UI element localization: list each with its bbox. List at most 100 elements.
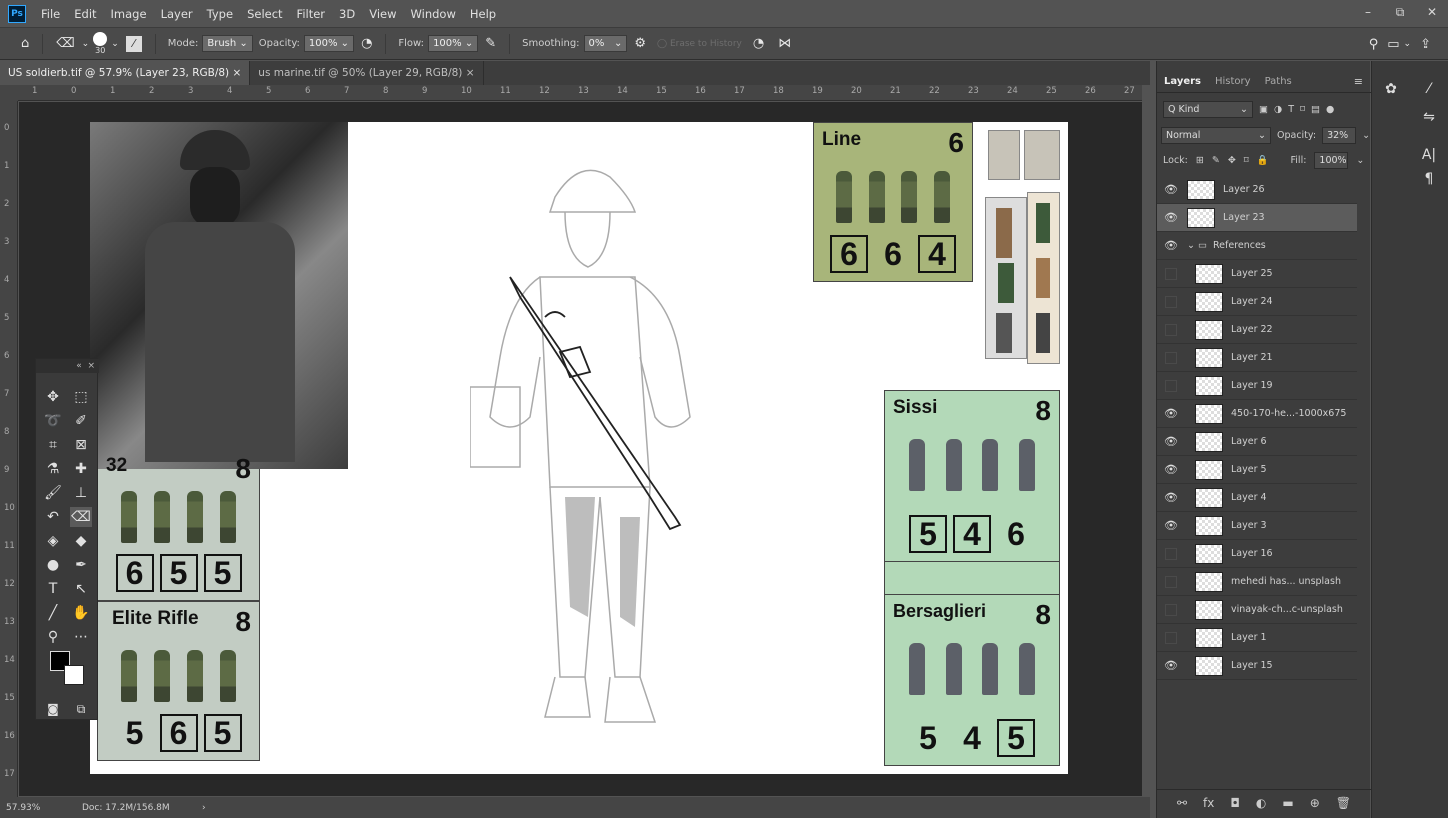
blend-mode-select[interactable]: Normal ⌄	[1161, 127, 1271, 144]
path-select-tool-icon[interactable]: ↖	[70, 579, 92, 599]
add-mask-icon[interactable]: ◘	[1230, 796, 1240, 810]
chevron-down-icon[interactable]: ⌄	[1404, 39, 1412, 49]
lock-position-icon[interactable]: ✥	[1228, 155, 1236, 166]
zoom-level[interactable]: 57.93%	[6, 803, 66, 813]
menu-select[interactable]: Select	[240, 7, 289, 21]
eye-icon[interactable]: 👁	[1157, 659, 1185, 672]
chevron-down-icon[interactable]: ⌄	[111, 39, 119, 49]
smoothing-input[interactable]: 0% ⌄	[583, 35, 628, 52]
visibility-toggle[interactable]	[1165, 323, 1177, 336]
healing-brush-tool-icon[interactable]: ✚	[70, 459, 92, 479]
paragraph-icon[interactable]: ¶	[1414, 167, 1444, 191]
layer-row[interactable]: 👁 Layer 15	[1157, 652, 1357, 680]
lock-transparent-icon[interactable]: ⊞	[1196, 155, 1204, 166]
symmetry-icon[interactable]: ⋈	[778, 36, 791, 51]
eyedropper-tool-icon[interactable]: ⚗	[42, 459, 64, 479]
lock-all-icon[interactable]: 🔒	[1257, 155, 1269, 166]
airbrush-icon[interactable]: ✎	[485, 36, 496, 51]
filter-toggle-icon[interactable]: ●	[1326, 104, 1334, 115]
status-menu-button[interactable]: ›	[202, 803, 206, 813]
tab-us-soldierb[interactable]: US soldierb.tif @ 57.9% (Layer 23, RGB/8…	[0, 61, 251, 85]
tab-paths[interactable]: Paths	[1258, 76, 1299, 87]
eye-icon[interactable]: 👁	[1157, 519, 1185, 532]
chevron-down-icon[interactable]: ⌄	[1362, 130, 1370, 141]
history-brush-tool-icon[interactable]: ↶	[42, 507, 64, 527]
screen-mode-icon[interactable]: ⧉	[70, 699, 92, 719]
quick-mask-icon[interactable]: ◙	[42, 699, 64, 719]
eye-icon[interactable]: 👁	[1157, 463, 1185, 476]
layer-row[interactable]: mehedi has... unsplash	[1157, 568, 1357, 596]
menu-help[interactable]: Help	[463, 7, 503, 21]
menu-file[interactable]: File	[34, 7, 67, 21]
erase-to-history-checkbox[interactable]: ◯ Erase to History	[657, 39, 742, 49]
layer-group-row[interactable]: 👁 ⌄ ▭ References	[1157, 232, 1357, 260]
document-canvas[interactable]: Line 6 6 6 4 Sissi 8 5 4 6 Bersaglieri 8…	[90, 122, 1068, 774]
menu-type[interactable]: Type	[200, 7, 240, 21]
opacity-input[interactable]: 100% ⌄	[303, 35, 355, 52]
layer-row[interactable]: Layer 1	[1157, 624, 1357, 652]
brush-tool-icon[interactable]: 🖌	[42, 483, 64, 503]
layer-row[interactable]: vinayak-ch...c-unsplash	[1157, 596, 1357, 624]
hand-tool-icon[interactable]: ✋	[70, 603, 92, 623]
layer-row[interactable]: Layer 22	[1157, 316, 1357, 344]
folder-icon[interactable]: ⌄ ▭	[1187, 240, 1207, 251]
layer-row[interactable]: Layer 24	[1157, 288, 1357, 316]
eye-icon[interactable]: 👁	[1157, 211, 1185, 224]
minimize-button[interactable]: –	[1352, 0, 1384, 24]
tab-history[interactable]: History	[1208, 76, 1258, 87]
search-icon[interactable]: ⚲	[1369, 37, 1379, 52]
brush-settings-icon[interactable]: ⁄	[125, 35, 142, 52]
brush-settings-icon[interactable]: ⁄	[1414, 77, 1444, 101]
layer-row[interactable]: 👁 Layer 23	[1157, 204, 1357, 232]
type-tool-icon[interactable]: T	[42, 579, 64, 599]
panel-menu-icon[interactable]: ≡	[1354, 75, 1363, 88]
chevron-down-icon[interactable]: ⌄	[82, 39, 90, 49]
menu-edit[interactable]: Edit	[67, 7, 103, 21]
menu-filter[interactable]: Filter	[290, 7, 332, 21]
layer-row[interactable]: Layer 25	[1157, 260, 1357, 288]
color-wheel-icon[interactable]: ✿	[1376, 77, 1406, 101]
menu-view[interactable]: View	[362, 7, 403, 21]
eye-icon[interactable]: 👁	[1157, 183, 1185, 196]
restore-button[interactable]: ⧉	[1384, 0, 1416, 24]
lasso-tool-icon[interactable]: ➰	[42, 411, 64, 431]
adjustment-layer-icon[interactable]: ◐	[1256, 796, 1266, 810]
layer-row[interactable]: Layer 16	[1157, 540, 1357, 568]
share-icon[interactable]: ⇪	[1420, 37, 1431, 52]
layer-row[interactable]: 👁 Layer 5	[1157, 456, 1357, 484]
visibility-toggle[interactable]	[1165, 295, 1177, 308]
zoom-tool-icon[interactable]: ⚲	[42, 627, 64, 647]
eye-icon[interactable]: 👁	[1157, 407, 1185, 420]
flow-input[interactable]: 100% ⌄	[428, 35, 479, 52]
collapse-icon[interactable]: «	[76, 361, 82, 371]
smart-filter-icon[interactable]: ▤	[1311, 104, 1320, 115]
tab-layers[interactable]: Layers	[1157, 76, 1208, 87]
more-tools-icon[interactable]: ⋯	[70, 627, 92, 647]
lock-artboard-icon[interactable]: ⌑	[1244, 155, 1249, 166]
gear-icon[interactable]: ⚙	[634, 36, 646, 51]
eye-icon[interactable]: 👁	[1157, 239, 1185, 252]
pixel-filter-icon[interactable]: ▣	[1259, 104, 1268, 115]
pen-tool-icon[interactable]: ✒	[70, 555, 92, 575]
move-tool-icon[interactable]: ✥	[42, 387, 64, 407]
layer-row[interactable]: Layer 19	[1157, 372, 1357, 400]
background-color-swatch[interactable]	[64, 665, 84, 685]
clone-stamp-tool-icon[interactable]: ⊥	[70, 483, 92, 503]
tools-panel-header[interactable]: « ×	[36, 359, 99, 373]
eraser-icon[interactable]: ⌫	[56, 36, 74, 51]
frame-tool-icon[interactable]: ⊠	[70, 435, 92, 455]
eye-icon[interactable]: 👁	[1157, 491, 1185, 504]
menu-layer[interactable]: Layer	[154, 7, 200, 21]
layer-kind-filter[interactable]: Q Kind ⌄	[1163, 101, 1253, 118]
lock-image-icon[interactable]: ✎	[1212, 155, 1220, 166]
dodge-tool-icon[interactable]: ●	[42, 555, 64, 575]
shape-filter-icon[interactable]: ⌑	[1300, 104, 1305, 115]
close-icon[interactable]: ×	[87, 361, 95, 371]
quick-select-tool-icon[interactable]: ✐	[70, 411, 92, 431]
marquee-tool-icon[interactable]: ⬚	[70, 387, 92, 407]
brush-preset-picker[interactable]: 30	[93, 32, 108, 55]
layer-row[interactable]: Layer 21	[1157, 344, 1357, 372]
mode-select[interactable]: Brush ⌄	[202, 35, 253, 52]
visibility-toggle[interactable]	[1165, 547, 1177, 560]
close-button[interactable]: ✕	[1416, 0, 1448, 24]
